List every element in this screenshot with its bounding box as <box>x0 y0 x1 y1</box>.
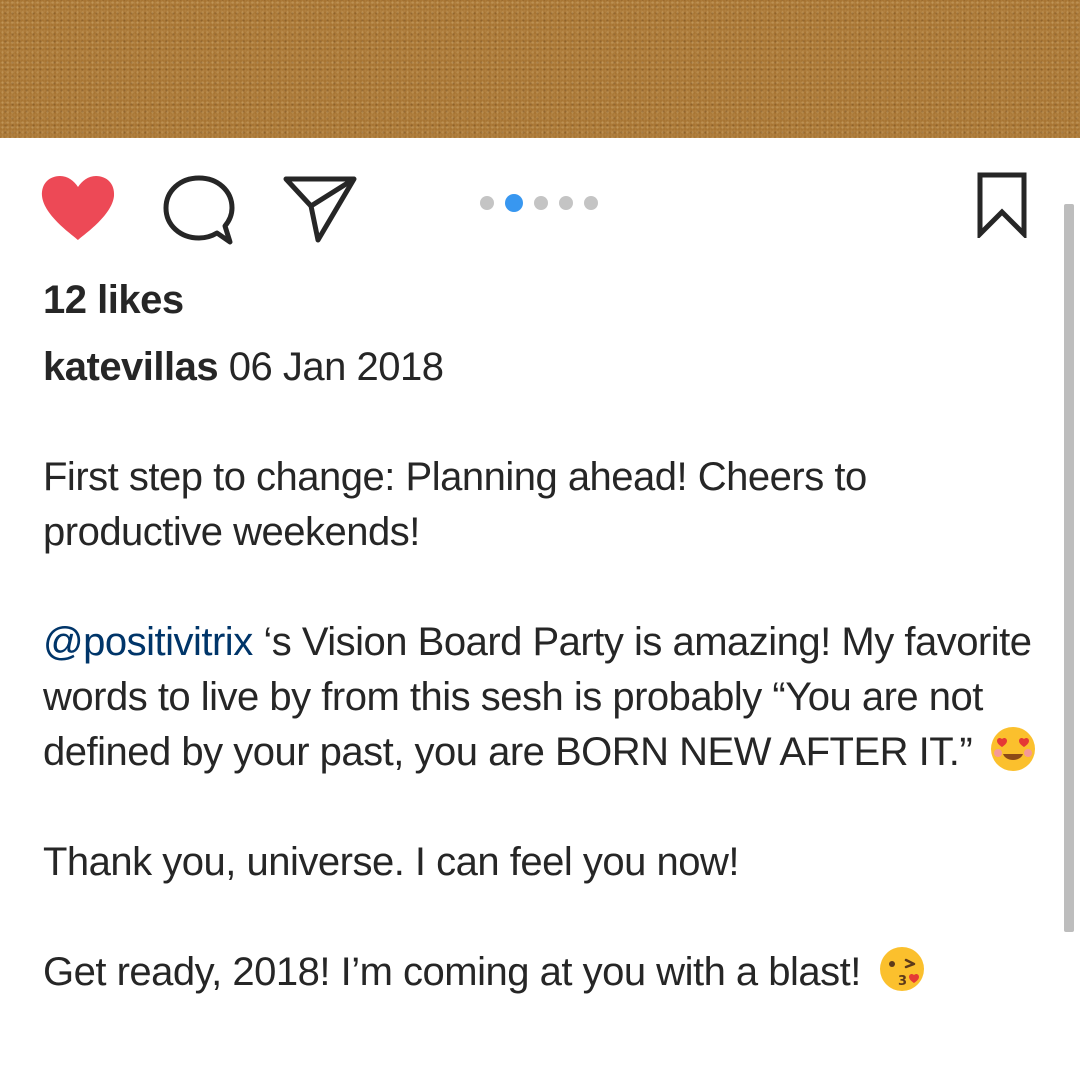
likes-count[interactable]: 12 likes <box>43 278 184 323</box>
paper-plane-icon[interactable] <box>282 174 358 244</box>
post-image[interactable] <box>0 0 1080 138</box>
carousel-dot <box>480 196 494 210</box>
svg-text:3: 3 <box>898 974 907 989</box>
face-blowing-kiss-icon: 3 <box>878 945 926 993</box>
carousel-dot <box>584 196 598 210</box>
carousel-dot <box>559 196 573 210</box>
caption-paragraph: @positivitrix ‘s Vision Board Party is a… <box>43 615 1043 780</box>
carousel-dot <box>534 196 548 210</box>
caption-paragraph: Get ready, 2018! I’m coming at you with … <box>43 945 1043 1000</box>
caption-paragraph: First step to change: Planning ahead! Ch… <box>43 455 867 554</box>
post-date: 06 Jan 2018 <box>228 345 444 389</box>
comment-icon[interactable] <box>163 174 235 246</box>
username-link[interactable]: katevillas <box>43 345 219 389</box>
heart-icon[interactable] <box>40 174 116 242</box>
post-screen: 12 likes katevillas 06 Jan 2018 First st… <box>0 0 1080 1080</box>
scrollbar[interactable] <box>1064 204 1074 932</box>
action-bar <box>0 138 1080 278</box>
caption-paragraph: Thank you, universe. I can feel you now! <box>43 840 739 884</box>
smiling-face-with-heart-eyes-icon <box>989 725 1037 773</box>
bookmark-icon[interactable] <box>976 172 1028 241</box>
post-meta: katevillas 06 Jan 2018 <box>43 345 444 390</box>
post-caption: First step to change: Planning ahead! Ch… <box>43 450 1043 1055</box>
carousel-dot-active <box>505 194 523 212</box>
caption-text: Get ready, 2018! I’m coming at you with … <box>43 950 861 994</box>
carousel-indicator <box>480 194 598 212</box>
mention-link[interactable]: @positivitrix <box>43 620 253 664</box>
